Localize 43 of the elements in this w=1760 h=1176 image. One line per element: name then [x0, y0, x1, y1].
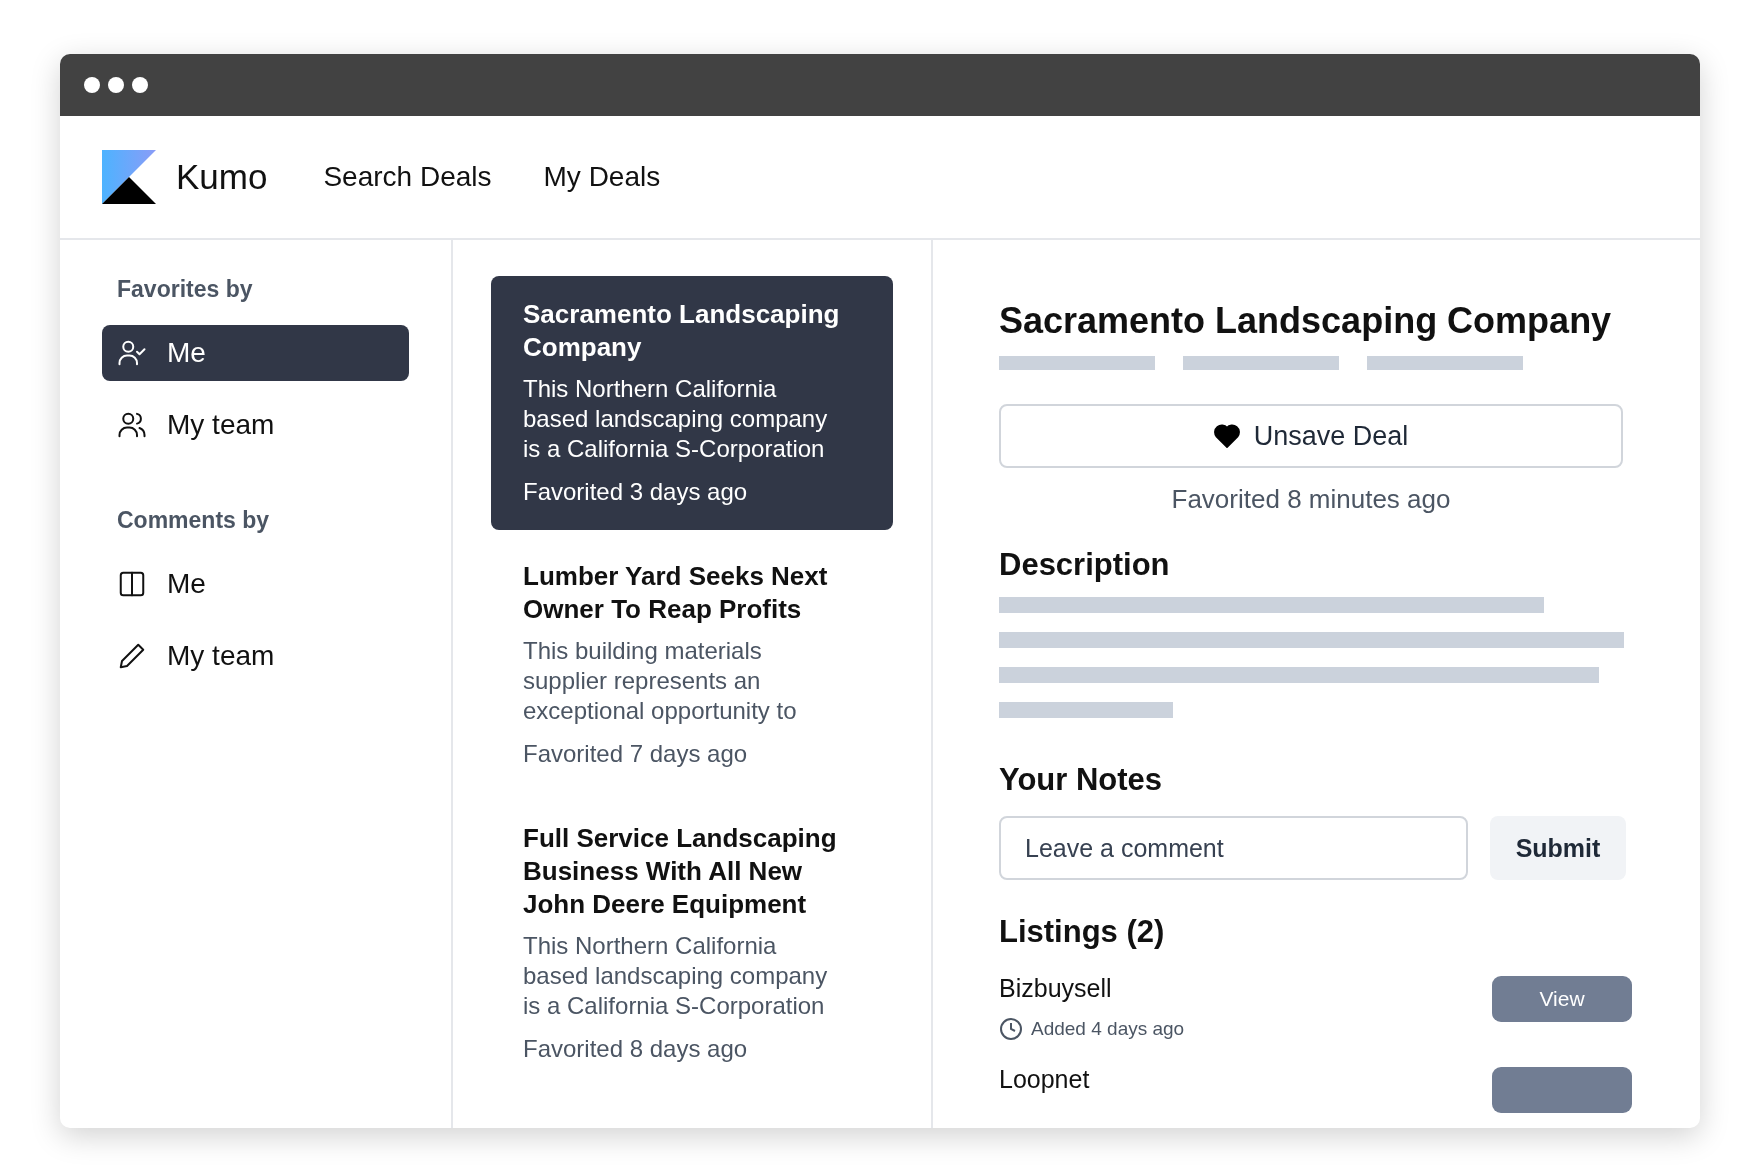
section-heading: Listings (2): [999, 914, 1166, 950]
deal-title: Full Service Landscaping Business With All New John Deere Equipment: [523, 822, 838, 921]
deal-description: This building materials supplier represents an exceptional opportunity to: [523, 636, 798, 726]
window-dot-icon[interactable]: [132, 77, 148, 93]
sidebar-item[interactable]: My team: [102, 397, 409, 453]
deal-card[interactable]: Sacramento Landscaping Company This Northern California based landscaping company is a California S-Corporation Favorited 3 days ago: [491, 276, 893, 530]
favorited-time: Favorited 7 days ago: [523, 740, 749, 768]
favorited-time: Favorited 8 days ago: [523, 1035, 749, 1063]
deal-title: Sacramento Landscaping Company: [523, 298, 841, 364]
deal-card[interactable]: Lumber Yard Seeks Next Owner To Reap Profits This building materials supplier represents an exceptional opportunity to Favorited 7 days ago: [491, 538, 893, 792]
listing-name: Bizbuysell: [999, 974, 1113, 1003]
nav-link[interactable]: My Deals: [543, 161, 661, 193]
pencil-icon: [117, 641, 147, 671]
section-heading: Description: [999, 547, 1171, 583]
deal-heading: Sacramento Landscaping Company: [999, 300, 1613, 342]
deal-description: This Northern California based landscaping company is a California S-Corporation: [523, 374, 829, 464]
favorited-time: Favorited 8 minutes ago: [1170, 484, 1452, 515]
sidebar-item[interactable]: Me: [102, 556, 409, 612]
favorited-time: Favorited 3 days ago: [523, 478, 749, 506]
window-dot-icon[interactable]: [108, 77, 124, 93]
sidebar-item[interactable]: Me: [102, 325, 409, 381]
logo-icon[interactable]: [102, 150, 156, 204]
deal-description: This Northern California based landscaping company is a California S-Corporation: [523, 931, 829, 1021]
clock-icon: [999, 1017, 1023, 1041]
section-heading: Comments by: [116, 507, 271, 534]
window-dot-icon[interactable]: [84, 77, 100, 93]
brand-name[interactable]: Kumo: [176, 157, 268, 197]
submit-button[interactable]: Submit: [1490, 816, 1626, 880]
sidebar-item[interactable]: My team: [102, 628, 409, 684]
deal-title: Lumber Yard Seeks Next Owner To Reap Profits: [523, 560, 829, 626]
listing-name: Loopnet: [999, 1065, 1090, 1094]
unsave-button[interactable]: Unsave Deal: [999, 404, 1623, 468]
section-heading: Your Notes: [999, 762, 1164, 798]
deal-card[interactable]: Full Service Landscaping Business With All New John Deere Equipment This Northern California based landscaping company is a California S-Corporation Favorited 8 days ago: [491, 800, 893, 1087]
comment-field[interactable]: Leave a comment: [999, 816, 1468, 880]
heart-icon: [1213, 424, 1240, 448]
section-heading: Favorites by: [116, 276, 254, 303]
nav-link[interactable]: Search Deals: [323, 161, 492, 193]
added-time: Added 4 days ago: [1031, 1018, 1185, 1040]
columns-icon: [117, 569, 147, 599]
user-check-icon: [117, 338, 147, 368]
view-button[interactable]: View: [1492, 976, 1632, 1022]
users-icon: [117, 410, 147, 440]
